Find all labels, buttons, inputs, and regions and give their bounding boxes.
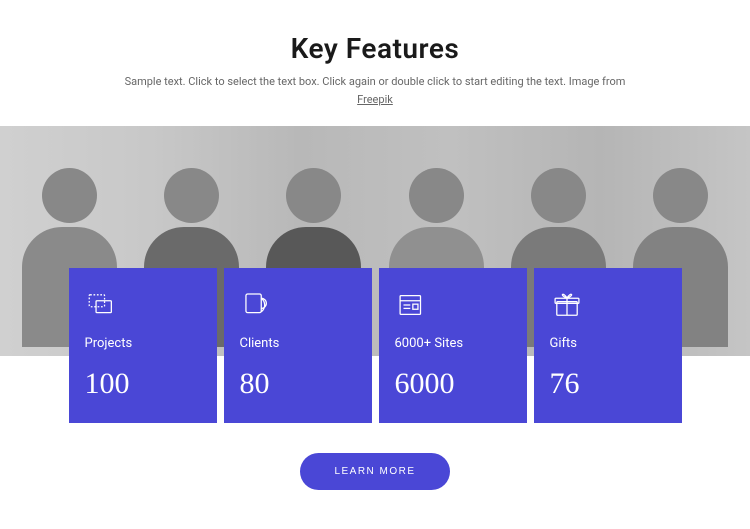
card-sites: 6000+ Sites 6000 [379,268,527,423]
card-projects: Projects 100 [69,268,217,423]
card-value: 6000 [395,367,511,401]
newspaper-icon [395,286,511,324]
freepik-link[interactable]: Freepik [357,93,393,106]
stats-cards: Projects 100 Clients 80 6000+ Sites 6000… [0,268,750,423]
learn-more-button[interactable]: LEARN MORE [300,453,449,490]
card-gifts: Gifts 76 [534,268,682,423]
cta-wrap: LEARN MORE [0,423,750,490]
header: Key Features Sample text. Click to selec… [0,0,750,126]
card-label: Projects [85,336,201,351]
page-title: Key Features [40,32,710,65]
gift-icon [550,286,666,324]
shell-icon [240,286,356,324]
card-value: 76 [550,367,666,401]
card-clients: Clients 80 [224,268,372,423]
cards-icon [85,286,201,324]
card-label: Clients [240,336,356,351]
card-label: 6000+ Sites [395,336,511,351]
card-value: 80 [240,367,356,401]
card-label: Gifts [550,336,666,351]
subtitle: Sample text. Click to select the text bo… [115,73,635,108]
subtitle-text[interactable]: Sample text. Click to select the text bo… [125,75,626,88]
card-value: 100 [85,367,201,401]
hero: Projects 100 Clients 80 6000+ Sites 6000… [0,126,750,423]
